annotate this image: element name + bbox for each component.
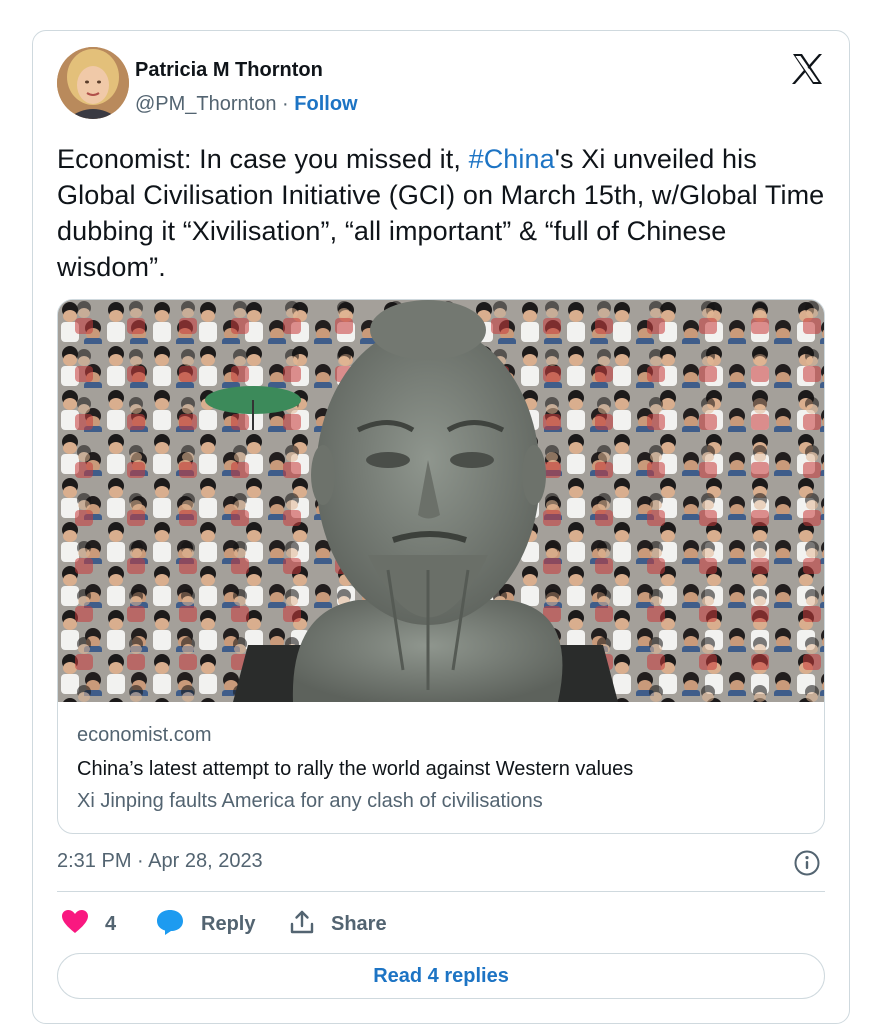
info-icon[interactable] <box>793 849 821 877</box>
reply-label: Reply <box>201 912 256 935</box>
separator: · <box>276 93 295 115</box>
author-handle[interactable]: @PM_Thornton <box>135 93 276 115</box>
hashtag-link[interactable]: #China <box>469 144 555 174</box>
link-preview-card[interactable]: economist.com China’s latest attempt to … <box>57 299 825 834</box>
link-description: Xi Jinping faults America for any clash … <box>77 790 543 812</box>
action-bar: 4 Reply Share <box>57 907 825 941</box>
share-button[interactable]: Share <box>289 907 387 941</box>
avatar[interactable] <box>57 47 129 119</box>
follow-button[interactable]: Follow <box>294 93 357 115</box>
read-replies-button[interactable]: Read 4 replies <box>57 953 825 999</box>
link-title: China’s latest attempt to rally the worl… <box>77 758 634 780</box>
heart-icon <box>61 909 89 940</box>
reply-bubble-icon <box>155 908 185 941</box>
divider <box>57 891 825 892</box>
link-domain: economist.com <box>77 724 212 746</box>
link-preview-image <box>58 300 824 702</box>
x-logo-icon[interactable] <box>789 51 825 87</box>
tweet-text-before: Economist: In case you missed it, <box>57 144 469 174</box>
tweet-timestamp[interactable]: 2:31 PM · Apr 28, 2023 <box>57 850 263 873</box>
like-count: 4 <box>105 912 117 935</box>
reply-button[interactable]: Reply <box>155 907 255 941</box>
share-label: Share <box>331 912 387 935</box>
like-button[interactable]: 4 <box>61 907 116 941</box>
share-icon <box>289 909 315 940</box>
author-name[interactable]: Patricia M Thornton <box>135 59 323 82</box>
author-handle-line: @PM_Thornton · Follow <box>135 93 358 116</box>
tweet-card: Patricia M Thornton @PM_Thornton · Follo… <box>32 30 850 1024</box>
tweet-text: Economist: In case you missed it, #China… <box>57 141 827 285</box>
